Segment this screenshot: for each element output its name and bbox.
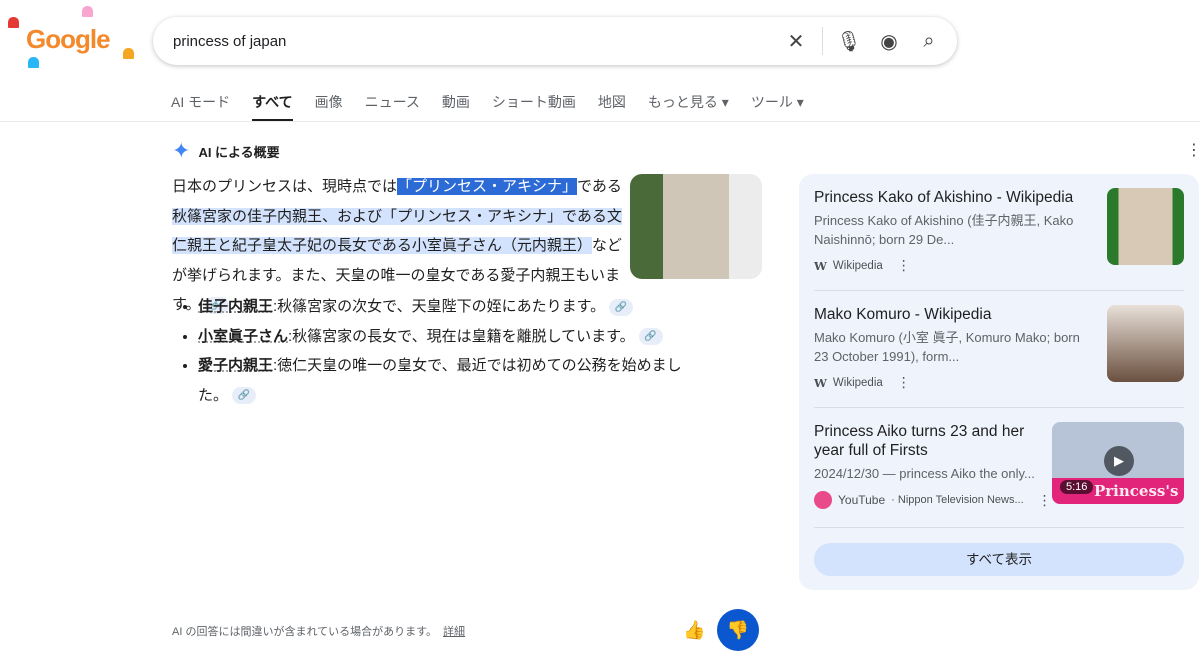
highlight: 「プリンセス・アキシナ」 — [397, 178, 578, 195]
ghost-decoration — [82, 6, 93, 17]
thumbs-up-icon[interactable]: 👍 — [683, 620, 705, 641]
ghost-decoration — [8, 17, 19, 28]
bullet-list: 佳子内親王:秋篠宮家の次女で、天皇陛下の姪にあたります。🔗 小室眞子さん:秋篠宮… — [178, 292, 718, 410]
source-thumbnail — [1107, 305, 1184, 382]
sparkle-icon: ✦ — [172, 138, 191, 163]
divider — [814, 290, 1184, 291]
search-input[interactable]: princess of japan — [173, 33, 776, 50]
link-icon[interactable]: 🔗 — [609, 298, 634, 316]
video-thumbnail[interactable]: ▶ 5:16 Princess's Firsts — [1052, 422, 1184, 504]
source-title[interactable]: Princess Kako of Akishino - Wikipedia — [814, 188, 1074, 207]
tab-tools[interactable]: ツール ▾ — [751, 92, 804, 122]
list-item: 小室眞子さん:秋篠宮家の長女で、現在は皇籍を離脱しています。🔗 — [198, 322, 718, 352]
ai-overview-title: AI による概要 — [198, 144, 280, 160]
more-options-icon[interactable]: ⋮ — [1186, 140, 1200, 160]
wikipedia-icon: W — [814, 375, 827, 390]
disclaimer-text: AI の回答には間違いが含まれている場合があります。 — [172, 626, 438, 638]
search-icon[interactable]: ⌕ — [909, 30, 949, 53]
ai-disclaimer: AI の回答には間違いが含まれている場合があります。 詳細 — [172, 623, 465, 639]
source-site: Wikipedia — [832, 376, 883, 389]
tab-maps[interactable]: 地図 — [598, 92, 626, 122]
divider — [822, 27, 823, 55]
list-item: 愛子内親王:徳仁天皇の唯一の皇女で、最近では初めての公務を始めました。🔗 — [198, 351, 718, 410]
ai-overview-image[interactable] — [630, 174, 762, 279]
link-icon[interactable]: 🔗 — [638, 328, 663, 346]
source-title[interactable]: Princess Aiko turns 23 and her year full… — [814, 422, 1034, 460]
thumbs-down-icon: 👎 — [726, 620, 750, 640]
term[interactable]: 佳子内親王 — [198, 298, 273, 315]
term[interactable]: 小室眞子さん — [198, 328, 288, 345]
details-link[interactable]: 詳細 — [443, 626, 465, 638]
more-options-icon[interactable]: ⋮ — [897, 257, 911, 274]
play-icon[interactable]: ▶ — [1104, 446, 1134, 476]
sources-panel: Princess Kako of Akishino - Wikipedia Pr… — [799, 174, 1199, 590]
search-tabs: AI モード すべて 画像 ニュース 動画 ショート動画 地図 もっと見る ▾ … — [171, 92, 826, 122]
source-desc: Mako Komuro (小室 眞子, Komuro Mako; born 23… — [814, 330, 1080, 364]
divider — [814, 527, 1184, 528]
source-card[interactable]: Princess Kako of Akishino - Wikipedia Pr… — [814, 188, 1184, 274]
text: :秋篠宮家の長女で、現在は皇籍を離脱しています。 — [288, 327, 635, 345]
more-options-icon[interactable]: ⋮ — [1038, 492, 1052, 509]
search-box[interactable]: princess of japan ✕ 🎙 ◉ ⌕ — [153, 17, 957, 65]
text: :秋篠宮家の次女で、天皇陛下の姪にあたります。 — [273, 298, 606, 315]
tab-videos[interactable]: 動画 — [442, 92, 470, 122]
source-channel: · Nippon Television News... — [891, 494, 1024, 506]
source-card[interactable]: Princess Aiko turns 23 and her year full… — [814, 422, 1184, 509]
tab-all[interactable]: すべて — [252, 92, 294, 122]
lens-camera-icon[interactable]: ◉ — [869, 29, 909, 54]
tab-news[interactable]: ニュース — [365, 92, 420, 122]
source-card[interactable]: Mako Komuro - Wikipedia Mako Komuro (小室 … — [814, 305, 1184, 391]
show-all-button[interactable]: すべて表示 — [814, 543, 1184, 576]
link-icon[interactable]: 🔗 — [232, 387, 257, 405]
video-thumbnail-caption: Princess's Firsts — [1094, 482, 1184, 500]
youtube-channel-icon — [814, 491, 832, 509]
source-desc: 2024/12/30 — princess Aiko the only... — [814, 466, 1035, 481]
wikipedia-icon: W — [814, 258, 827, 273]
more-options-icon[interactable]: ⋮ — [897, 374, 911, 391]
text: 日本のプリンセスは、現時点では — [172, 178, 398, 195]
google-logo[interactable]: Google — [26, 24, 111, 55]
divider — [814, 407, 1184, 408]
source-site: YouTube — [838, 493, 886, 507]
ai-overview-header: ✦ AI による概要 — [172, 138, 280, 164]
microphone-icon[interactable]: 🎙 — [829, 29, 869, 54]
source-title[interactable]: Mako Komuro - Wikipedia — [814, 305, 1074, 324]
source-site: Wikipedia — [832, 259, 883, 272]
thumbs-down-button[interactable]: 👎 — [717, 609, 759, 651]
tab-images[interactable]: 画像 — [315, 92, 343, 122]
ghost-decoration — [123, 48, 134, 59]
source-thumbnail — [1107, 188, 1184, 265]
divider — [0, 121, 1200, 122]
tab-more[interactable]: もっと見る ▾ — [648, 92, 729, 122]
clear-icon[interactable]: ✕ — [776, 29, 816, 54]
tab-ai-mode[interactable]: AI モード — [171, 92, 230, 122]
list-item: 佳子内親王:秋篠宮家の次女で、天皇陛下の姪にあたります。🔗 — [198, 292, 718, 322]
source-desc: Princess Kako of Akishino (佳子内親王, Kako N… — [814, 213, 1074, 247]
term[interactable]: 愛子内親王 — [198, 357, 273, 374]
tab-short-videos[interactable]: ショート動画 — [492, 92, 576, 122]
ghost-decoration — [28, 57, 39, 68]
text: である — [577, 178, 622, 195]
highlight: 秋篠宮家の佳子内親王、および「プリンセス・アキシナ」である文仁親王と紀子皇太子妃… — [172, 207, 622, 254]
